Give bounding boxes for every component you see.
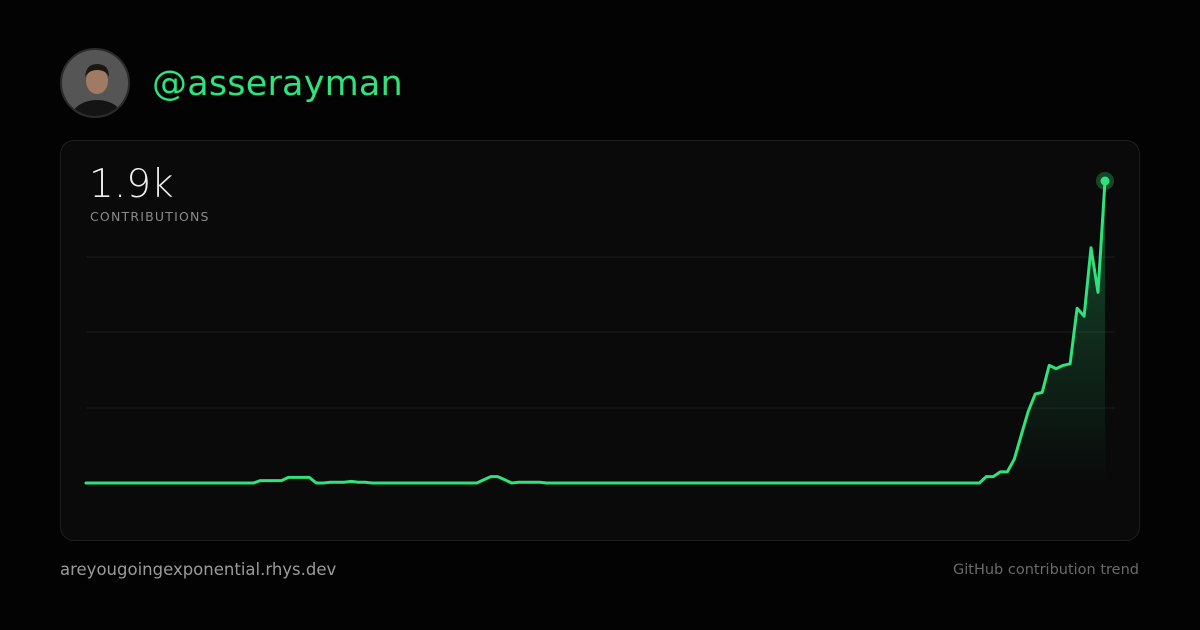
footer-caption: GitHub contribution trend (953, 562, 1139, 578)
contribution-chart (84, 172, 1115, 485)
avatar (60, 48, 130, 118)
avatar-photo-icon (62, 50, 128, 116)
contributions-label: CONTRIBUTIONS (90, 209, 210, 224)
end-point (1100, 176, 1110, 186)
contributions-value: 1.9k (89, 162, 174, 207)
chart-card: 1.9k CONTRIBUTIONS (60, 140, 1140, 541)
site-url[interactable]: areyougoingexponential.rhys.dev (60, 560, 336, 579)
username[interactable]: @asserayman (152, 62, 403, 106)
